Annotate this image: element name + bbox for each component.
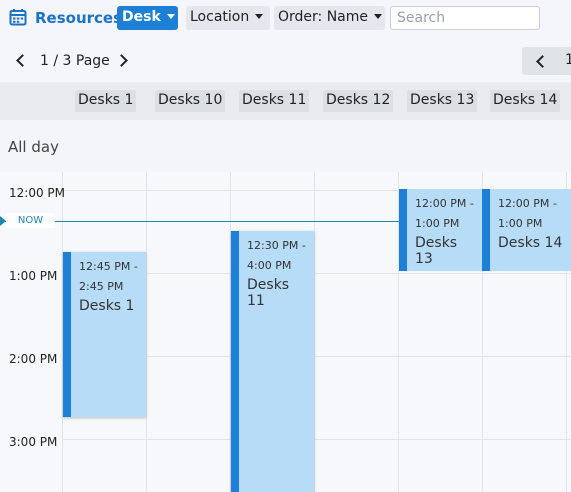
resource-name: Desks 10 <box>155 90 226 112</box>
prev-page-icon[interactable] <box>16 54 29 67</box>
next-page-icon[interactable] <box>115 54 128 67</box>
event-time: 12:00 PM -1:00 PM <box>415 197 474 230</box>
caret-down-icon <box>255 13 264 19</box>
calendar-icon <box>9 9 27 26</box>
event-title: Desks 13 <box>415 235 458 267</box>
resource-header: Desks 1 Desks 10 Desks 11 Desks 12 Desks… <box>0 82 571 120</box>
resource-name: Desks 14 <box>490 90 561 112</box>
event-title: Desks 11 <box>247 277 290 309</box>
caret-down-icon <box>166 13 175 19</box>
page-title: Resources <box>35 9 123 27</box>
resource-type-dropdown[interactable]: Desk <box>117 6 178 30</box>
event-title: Desks 14 <box>498 235 563 251</box>
time-label: 2:00 PM <box>9 352 58 366</box>
secondary-page-number: 1 <box>565 52 571 68</box>
order-label: Order: Name <box>278 9 369 25</box>
column-divider <box>314 172 315 492</box>
event-desks-13[interactable]: 12:00 PM -1:00 PM Desks 13 <box>399 189 482 271</box>
event-title: Desks 1 <box>79 298 135 314</box>
page-indicator: 1 / 3 Page <box>40 53 110 69</box>
resource-name: Desks 12 <box>323 90 394 112</box>
resource-name: Desks 13 <box>407 90 478 112</box>
location-label: Location <box>190 9 250 25</box>
now-badge: NOW <box>6 213 55 228</box>
pager: 1 / 3 Page <box>0 48 571 74</box>
prev-icon[interactable] <box>536 55 549 68</box>
search-input[interactable] <box>390 6 540 30</box>
resource-name: Desks 1 <box>75 90 137 112</box>
column-divider <box>146 172 147 492</box>
order-dropdown[interactable]: Order: Name <box>274 6 385 30</box>
toolbar: Resources Desk Location Order: Name <box>0 0 571 38</box>
allday-label: All day <box>8 138 59 156</box>
time-label: 1:00 PM <box>9 269 58 283</box>
time-label: 12:00 PM <box>9 186 65 200</box>
hour-line <box>62 439 571 440</box>
time-grid[interactable]: 12:00 PM 1:00 PM 2:00 PM 3:00 PM NOW 12:… <box>0 172 571 492</box>
time-label: 3:00 PM <box>9 435 58 449</box>
event-desks-14[interactable]: 12:00 PM -1:00 PM Desks 14 <box>482 189 571 271</box>
resource-type-label: Desk <box>122 9 161 25</box>
resource-name: Desks 11 <box>239 90 310 112</box>
location-dropdown[interactable]: Location <box>186 6 270 30</box>
caret-down-icon <box>374 13 383 19</box>
event-desks-11[interactable]: 12:30 PM -4:00 PM Desks 11 <box>231 231 314 492</box>
event-time: 12:00 PM -1:00 PM <box>498 197 557 230</box>
allday-row: All day <box>0 120 571 173</box>
event-desks-1[interactable]: 12:45 PM -2:45 PM Desks 1 <box>63 252 146 417</box>
event-time: 12:45 PM -2:45 PM <box>79 260 138 293</box>
secondary-pager: 1 <box>522 47 571 75</box>
event-time: 12:30 PM -4:00 PM <box>247 239 306 272</box>
